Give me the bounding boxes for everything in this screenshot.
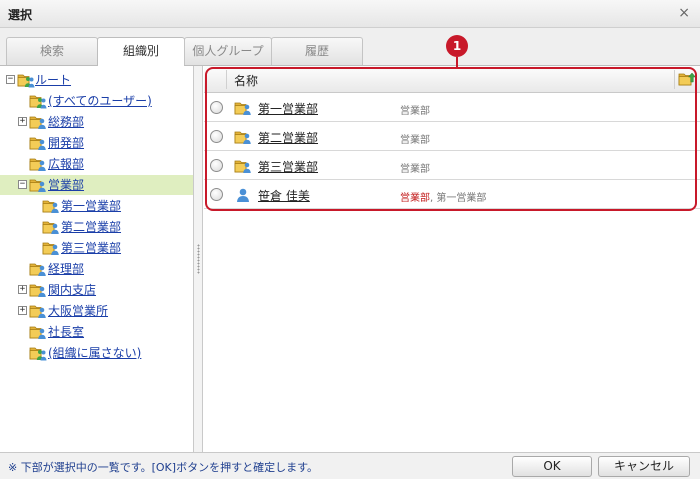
group-folder-icon	[29, 177, 47, 193]
footer-note: ※ 下部が選択中の一覧です。[OK]ボタンを押すと確定します。	[8, 461, 318, 474]
collapse-icon[interactable]: −	[18, 180, 27, 189]
group-folder-icon	[29, 156, 47, 172]
tree-node-no-organization[interactable]: (組織に属さない)	[0, 343, 193, 363]
tree-node-label[interactable]: 広報部	[48, 154, 84, 174]
tree-node-sales[interactable]: − 営業部	[0, 175, 193, 195]
row-organization: 営業部	[400, 102, 430, 117]
row-name[interactable]: 第二営業部	[258, 129, 318, 146]
tree-node-president-office[interactable]: 社長室	[0, 322, 193, 342]
group-folder-icon	[29, 261, 47, 277]
group-folder-icon	[29, 135, 47, 151]
select-radio[interactable]	[210, 101, 223, 114]
tree-node-root[interactable]: − ルート	[0, 70, 193, 90]
collapse-icon[interactable]: −	[6, 75, 15, 84]
tab-personal-group[interactable]: 個人グループ	[184, 37, 272, 65]
row-organization-primary: 営業部	[400, 135, 430, 146]
row-organization: 営業部	[400, 131, 430, 146]
row-organization: 営業部, 第一営業部	[400, 189, 486, 204]
group-folder-icon	[29, 303, 47, 319]
tree-node-label[interactable]: 関内支店	[48, 280, 96, 300]
list-row[interactable]: 第一営業部 営業部	[204, 94, 700, 122]
tree-node-label[interactable]: 社長室	[48, 322, 84, 342]
tree-node-label[interactable]: 第二営業部	[61, 217, 121, 237]
tab-history[interactable]: 履歴	[271, 37, 363, 65]
tree-node-all-users[interactable]: (すべてのユーザー)	[0, 91, 193, 111]
expand-icon[interactable]: +	[18, 306, 27, 315]
select-radio[interactable]	[210, 188, 223, 201]
list-row[interactable]: 笹倉 佳美 営業部, 第一営業部	[204, 181, 700, 209]
list-header: 名称	[204, 66, 700, 93]
row-organization-secondary: , 第一営業部	[430, 193, 487, 204]
tree-node-label[interactable]: (組織に属さない)	[48, 343, 141, 363]
select-radio[interactable]	[210, 159, 223, 172]
group-folder-icon	[234, 158, 252, 174]
column-separator	[674, 70, 675, 89]
group-folder-icon	[234, 100, 252, 116]
group-folder-icon	[29, 324, 47, 340]
tab-strip: 検索 組織別 個人グループ 履歴	[0, 28, 700, 67]
cancel-button[interactable]: キャンセル	[598, 456, 690, 477]
row-organization-primary: 営業部	[400, 106, 430, 117]
tree-node-label[interactable]: 第三営業部	[61, 238, 121, 258]
pane-splitter[interactable]	[194, 66, 203, 452]
row-name[interactable]: 第三営業部	[258, 158, 318, 175]
tree-node-sales-1[interactable]: 第一営業部	[0, 196, 193, 216]
group-folder-icon	[42, 219, 60, 235]
dialog-titlebar: 選択 ×	[0, 0, 700, 28]
tab-search[interactable]: 検索	[6, 37, 98, 65]
multi-user-folder-icon	[29, 93, 47, 109]
grip-icon	[197, 244, 200, 274]
column-separator	[226, 70, 227, 89]
column-header-name[interactable]: 名称	[234, 72, 258, 89]
tree-node-label[interactable]: 経理部	[48, 259, 84, 279]
group-folder-icon	[234, 129, 252, 145]
group-folder-icon	[42, 240, 60, 256]
tree-node-accounting[interactable]: 経理部	[0, 259, 193, 279]
user-icon	[234, 187, 252, 203]
select-radio[interactable]	[210, 130, 223, 143]
list-row[interactable]: 第三営業部 営業部	[204, 152, 700, 180]
multi-user-folder-icon	[29, 345, 47, 361]
row-name[interactable]: 第一営業部	[258, 100, 318, 117]
close-icon[interactable]: ×	[678, 5, 690, 21]
tree-node-general-affairs[interactable]: + 総務部	[0, 112, 193, 132]
group-folder-icon	[42, 198, 60, 214]
group-folder-icon	[29, 282, 47, 298]
list-row[interactable]: 第二営業部 営業部	[204, 123, 700, 151]
expand-icon[interactable]: +	[18, 285, 27, 294]
tree-node-label[interactable]: 大阪営業所	[48, 301, 108, 321]
multi-user-folder-icon	[17, 72, 35, 88]
row-name[interactable]: 笹倉 佳美	[258, 187, 310, 204]
tree-node-osaka-office[interactable]: + 大阪営業所	[0, 301, 193, 321]
ok-button[interactable]: OK	[512, 456, 592, 477]
expand-icon[interactable]: +	[18, 117, 27, 126]
dialog-title: 選択	[8, 8, 33, 22]
row-organization-primary: 営業部	[400, 193, 430, 204]
folder-up-icon[interactable]	[678, 71, 696, 87]
tree-node-label[interactable]: 営業部	[48, 175, 84, 195]
tree-node-development[interactable]: 開発部	[0, 133, 193, 153]
tree-node-kannai-branch[interactable]: + 関内支店	[0, 280, 193, 300]
group-folder-icon	[29, 114, 47, 130]
member-list: 名称 第一営業部 営業部 第二営業部 営業部 第三営業部 営業部 笹倉 佳美 営…	[204, 66, 700, 452]
callout-badge: 1	[446, 35, 468, 57]
tab-by-organization[interactable]: 組織別	[97, 37, 185, 67]
tree-node-label[interactable]: 開発部	[48, 133, 84, 153]
tree-node-sales-3[interactable]: 第三営業部	[0, 238, 193, 258]
callout-line	[456, 57, 458, 68]
organization-tree: − ルート (すべてのユーザー) + 総務部 開発部 広報部 − 営業部 第一営…	[0, 66, 194, 452]
dialog-footer: ※ 下部が選択中の一覧です。[OK]ボタンを押すと確定します。 OK キャンセル	[0, 452, 700, 479]
tree-node-label[interactable]: 総務部	[48, 112, 84, 132]
tree-node-label[interactable]: (すべてのユーザー)	[48, 91, 152, 111]
tree-node-label[interactable]: 第一営業部	[61, 196, 121, 216]
tree-node-sales-2[interactable]: 第二営業部	[0, 217, 193, 237]
row-organization-primary: 営業部	[400, 164, 430, 175]
tree-node-pr[interactable]: 広報部	[0, 154, 193, 174]
row-organization: 営業部	[400, 160, 430, 175]
tree-node-label[interactable]: ルート	[35, 70, 71, 90]
